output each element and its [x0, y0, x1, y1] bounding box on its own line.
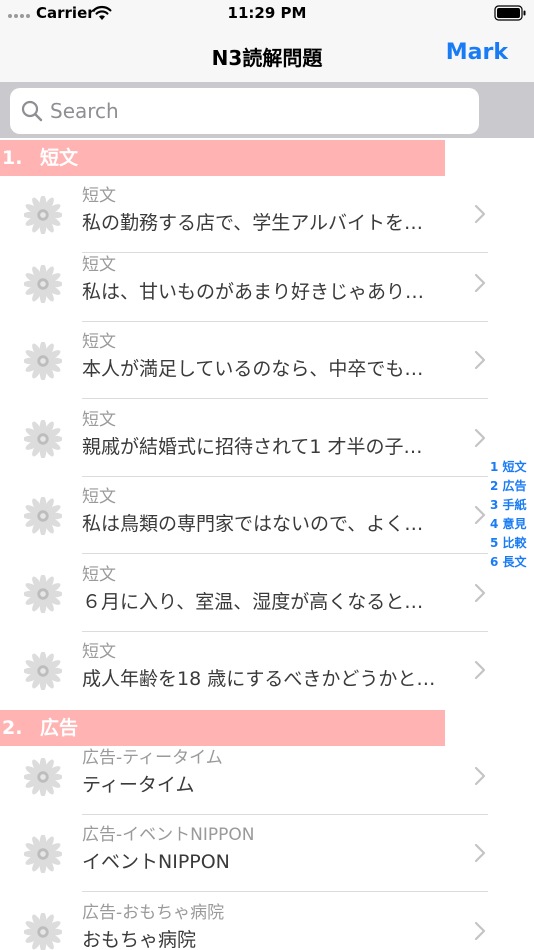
- index-item-advertisement[interactable]: 2 広告: [490, 477, 534, 496]
- row-separator: [82, 891, 488, 892]
- row-subtitle: 短文: [82, 565, 116, 585]
- row-separator: [82, 398, 488, 399]
- row-title: ６月に入り、室温、湿度が高くなると…: [82, 591, 424, 613]
- list-item[interactable]: 短文 私は鳥類の専門家ではないので、よく…: [0, 477, 534, 554]
- row-subtitle: 短文: [82, 332, 116, 352]
- list-item[interactable]: 短文 私の勤務する店で、学生アルバイトを…: [0, 176, 534, 253]
- search-input[interactable]: Search: [10, 88, 479, 134]
- list-item[interactable]: 短文 成人年齢を18 歳にするべきかどうかと…: [0, 632, 534, 709]
- list-item[interactable]: 短文 親戚が結婚式に招待されて1 才半の子…: [0, 400, 534, 477]
- section-index: 1.: [2, 147, 23, 169]
- chevron-right-icon: [474, 273, 486, 293]
- flower-icon: [24, 497, 62, 535]
- row-subtitle: 短文: [82, 642, 116, 662]
- flower-icon: [24, 835, 62, 873]
- row-title: おもちゃ病院: [82, 929, 197, 950]
- status-bar: Carrier 11:29 PM: [0, 0, 534, 28]
- row-title: イベントNIPPON: [82, 851, 230, 873]
- flower-icon: [24, 196, 62, 234]
- section-header-short-text: 1. 短文: [0, 140, 445, 176]
- chevron-right-icon: [474, 921, 486, 941]
- chevron-right-icon: [474, 660, 486, 680]
- section-title: 広告: [40, 717, 79, 739]
- flower-icon: [24, 652, 62, 690]
- index-item-short-text[interactable]: 1 短文: [490, 458, 534, 477]
- row-subtitle: 広告-ティータイム: [82, 748, 223, 768]
- flower-icon: [24, 342, 62, 380]
- row-subtitle: 短文: [82, 487, 116, 507]
- row-title: 私は鳥類の専門家ではないので、よく…: [82, 513, 424, 535]
- list-item[interactable]: 広告-ティータイム ティータイム: [0, 738, 534, 815]
- list-item[interactable]: 広告-イベントNIPPON イベントNIPPON: [0, 815, 534, 892]
- chevron-right-icon: [474, 505, 486, 525]
- row-subtitle: 短文: [82, 410, 116, 430]
- index-item-comparison[interactable]: 5 比較: [490, 534, 534, 553]
- flower-icon: [24, 575, 62, 613]
- chevron-right-icon: [474, 583, 486, 603]
- flower-icon: [24, 265, 62, 303]
- row-subtitle: 広告-イベントNIPPON: [82, 825, 255, 845]
- row-title: 親戚が結婚式に招待されて1 才半の子…: [82, 436, 423, 458]
- index-item-long-text[interactable]: 6 長文: [490, 553, 534, 572]
- list-item[interactable]: 短文 ６月に入り、室温、湿度が高くなると…: [0, 555, 534, 632]
- row-subtitle: 広告-おもちゃ病院: [82, 903, 225, 923]
- flower-icon: [24, 758, 62, 796]
- list-item[interactable]: 短文 本人が満足しているのなら、中卒でも…: [0, 322, 534, 399]
- section-title: 短文: [40, 147, 79, 169]
- row-title: 成人年齢を18 歳にするべきかどうかと…: [82, 668, 436, 690]
- row-title: 私の勤務する店で、学生アルバイトを…: [82, 212, 424, 234]
- chevron-right-icon: [474, 350, 486, 370]
- list-item[interactable]: 広告-おもちゃ病院 おもちゃ病院: [0, 893, 534, 950]
- search-placeholder: Search: [50, 99, 119, 123]
- search-icon: [21, 100, 43, 122]
- search-bar: Search: [0, 82, 534, 138]
- list-item[interactable]: 短文 私は、甘いものがあまり好きじゃあり…: [0, 245, 534, 322]
- navigation-bar: N3読解問題 Mark: [0, 28, 534, 82]
- chevron-right-icon: [474, 204, 486, 224]
- mark-button[interactable]: Mark: [446, 40, 508, 65]
- chevron-right-icon: [474, 843, 486, 863]
- row-title: 私は、甘いものがあまり好きじゃあり…: [82, 281, 425, 303]
- index-item-letter[interactable]: 3 手紙: [490, 496, 534, 515]
- chevron-right-icon: [474, 428, 486, 448]
- index-item-opinion[interactable]: 4 意見: [490, 515, 534, 534]
- row-separator: [82, 553, 488, 554]
- flower-icon: [24, 913, 62, 950]
- chevron-right-icon: [474, 766, 486, 786]
- section-index-bar: 1 短文 2 広告 3 手紙 4 意見 5 比較 6 長文: [490, 458, 534, 572]
- clock: 11:29 PM: [227, 4, 307, 22]
- row-title: 本人が満足しているのなら、中卒でも…: [82, 358, 424, 380]
- row-subtitle: 短文: [82, 255, 116, 275]
- flower-icon: [24, 420, 62, 458]
- row-title: ティータイム: [82, 774, 195, 796]
- row-subtitle: 短文: [82, 186, 116, 206]
- battery-icon: [494, 5, 526, 21]
